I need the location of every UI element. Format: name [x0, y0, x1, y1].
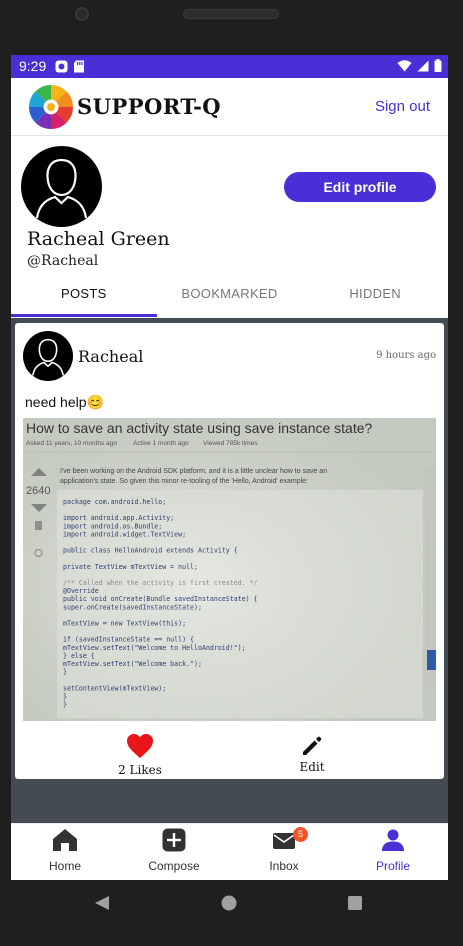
- back-icon[interactable]: [95, 896, 109, 910]
- tab-bookmarked[interactable]: BOOKMARKED: [157, 277, 303, 319]
- notification-app-icon: [55, 60, 68, 73]
- post-image-screenshot: How to save an activity state using save…: [23, 418, 436, 721]
- like-button[interactable]: 2 Likes: [110, 733, 170, 777]
- inbox-badge: 5: [293, 827, 308, 842]
- home-icon: [53, 829, 77, 851]
- nav-compose-label: Compose: [148, 859, 200, 873]
- profile-name: Racheal Green: [27, 228, 170, 250]
- code-line: mTextView.setText("Welcome back.");: [63, 660, 202, 668]
- code-line: setContentView(mTextView);: [63, 684, 166, 692]
- code-line: mTextView = new TextView(this);: [63, 620, 186, 628]
- code-line: private TextView mTextView = null;: [63, 563, 198, 571]
- code-line: import android.widget.TextView;: [63, 530, 186, 538]
- nav-home-label: Home: [48, 859, 81, 873]
- battery-icon: [434, 59, 442, 77]
- code-line: super.onCreate(savedInstanceState);: [63, 603, 202, 611]
- post-text: need help😊: [25, 394, 104, 410]
- code-line: }: [63, 692, 67, 700]
- system-navigation-bar: [0, 880, 463, 946]
- image-vote-count: 2640: [26, 485, 50, 497]
- edit-post-button[interactable]: Edit: [287, 733, 337, 774]
- code-line: @Override: [63, 587, 99, 595]
- status-bar: 9:29: [11, 55, 448, 78]
- app-bar: SUPPORT-Q Sign out: [11, 78, 448, 136]
- code-line: public class HelloAndroid extends Activi…: [63, 547, 238, 555]
- status-time: 9:29: [19, 58, 47, 74]
- sd-card-icon: [73, 60, 85, 73]
- nav-inbox[interactable]: 5 Inbox: [234, 827, 334, 873]
- bookmark-icon: [35, 521, 42, 530]
- default-avatar-icon: [24, 332, 72, 380]
- post-image[interactable]: How to save an activity state using save…: [23, 418, 436, 721]
- image-intro-line1: I've been working on the Android SDK pla…: [60, 468, 327, 475]
- image-meta-viewed: Viewed 785k times: [203, 440, 258, 447]
- recents-icon[interactable]: [348, 896, 362, 910]
- nav-profile[interactable]: Profile: [343, 828, 443, 873]
- pencil-icon: [303, 736, 322, 755]
- front-camera: [75, 7, 89, 21]
- edit-profile-button[interactable]: Edit profile: [284, 172, 436, 202]
- image-intro-line2: application's state. So given this minor…: [60, 478, 308, 485]
- like-count: 2 Likes: [118, 763, 162, 777]
- edit-post-label: Edit: [299, 760, 325, 774]
- nav-profile-label: Profile: [375, 859, 410, 873]
- phone-frame: 9:29 SUPPORT-Q Sign out Racheal Green @R…: [0, 0, 463, 946]
- code-line: import android.app.Activity;: [63, 514, 174, 522]
- bottom-navigation: Home Compose 5 Inbox Profile: [11, 823, 448, 880]
- posts-feed: Racheal 9 hours ago need help😊 How to sa…: [11, 318, 448, 823]
- profile-handle: @Racheal: [27, 253, 99, 269]
- app-brand-name: SUPPORT-Q: [77, 94, 222, 119]
- code-line: }: [63, 668, 67, 676]
- image-meta-active: Active 1 month ago: [133, 440, 189, 447]
- image-question-title: How to save an activity state using save…: [26, 420, 373, 436]
- code-line: public void onCreate(Bundle savedInstanc…: [63, 595, 258, 603]
- tab-hidden[interactable]: HIDDEN: [302, 277, 448, 319]
- signal-icon: [417, 59, 429, 77]
- code-line: import android.os.Bundle;: [63, 522, 162, 530]
- post-card[interactable]: Racheal 9 hours ago need help😊 How to sa…: [15, 323, 444, 779]
- nav-compose[interactable]: Compose: [124, 828, 224, 873]
- app-logo-icon: [27, 83, 75, 131]
- sign-out-button[interactable]: Sign out: [375, 98, 430, 115]
- compose-icon: [162, 828, 186, 852]
- app-screen: 9:29 SUPPORT-Q Sign out Racheal Green @R…: [11, 55, 448, 880]
- code-line: package com.android.hello;: [63, 498, 166, 506]
- code-line: }: [63, 701, 67, 709]
- tab-posts[interactable]: POSTS: [11, 277, 157, 319]
- heart-icon: [127, 734, 153, 758]
- nav-home[interactable]: Home: [15, 828, 115, 873]
- code-line: /** Called when the activity is first cr…: [63, 579, 258, 587]
- wifi-icon: [397, 59, 412, 77]
- post-timestamp: 9 hours ago: [376, 350, 436, 361]
- code-line: if (savedInstanceState == null) {: [63, 636, 194, 644]
- nav-inbox-label: Inbox: [269, 859, 299, 873]
- profile-header: Racheal Green @Racheal Edit profile: [11, 137, 448, 287]
- image-meta-asked: Asked 11 years, 10 months ago: [26, 440, 117, 447]
- post-author-avatar[interactable]: [23, 331, 73, 381]
- code-line: mTextView.setText("Welcome to HelloAndro…: [63, 644, 246, 652]
- home-system-icon[interactable]: [221, 895, 237, 911]
- profile-icon: [382, 829, 404, 851]
- earpiece-speaker: [183, 9, 279, 19]
- profile-tabs: POSTS BOOKMARKED HIDDEN: [11, 277, 448, 319]
- default-avatar-icon: [23, 148, 100, 225]
- code-line: } else {: [63, 652, 95, 660]
- post-author-name[interactable]: Racheal: [78, 347, 143, 366]
- profile-avatar: [21, 146, 102, 227]
